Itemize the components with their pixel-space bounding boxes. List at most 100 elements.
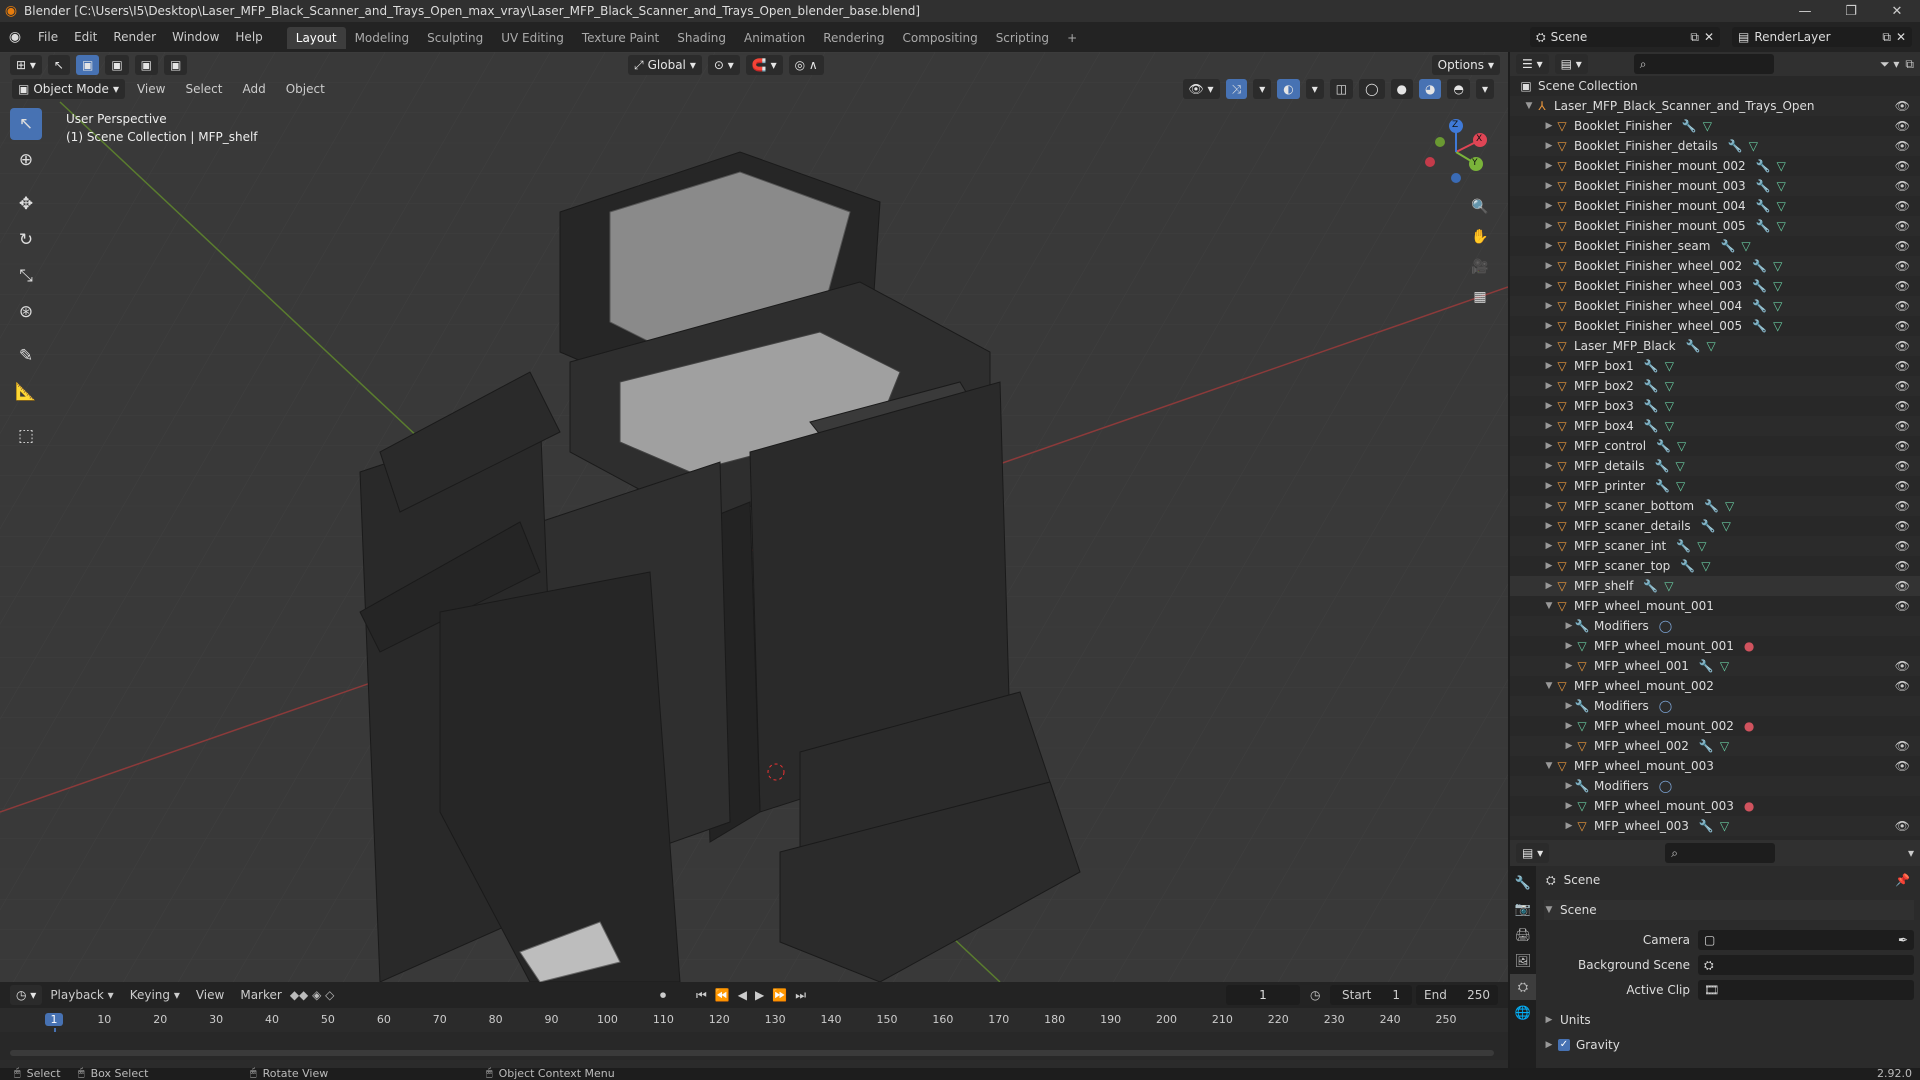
timeline-ruler[interactable]: 1 10 20 30 40 50 60 70 80 90 100 110 120 130 140 150 160… [0,1008,1508,1060]
properties-editor-type-icon[interactable]: ▤ ▾ [1516,843,1550,863]
display-mode-icon[interactable]: ▤ ▾ [1554,54,1588,74]
visibility-icon[interactable]: 👁 [1895,359,1910,373]
options-dropdown[interactable]: Options ▾ [1431,55,1500,75]
scene-panel-header[interactable]: ▼ Scene [1544,900,1914,920]
mode-dropdown[interactable]: ▣ Object Mode ▾ [12,79,125,99]
maximize-button[interactable]: ❐ [1828,4,1874,19]
outliner-search-input[interactable]: ⌕ [1633,54,1774,74]
expand-arrow-icon[interactable]: ▶ [1544,581,1554,591]
expand-arrow-icon[interactable]: ▶ [1544,541,1554,551]
expand-arrow-icon[interactable]: ▶ [1544,361,1554,371]
expand-arrow-icon[interactable]: ▶ [1544,441,1554,451]
add-cube-icon[interactable]: ⬚ [10,420,42,452]
viewport-menu-object[interactable]: Object [278,74,333,104]
outliner-item[interactable]: ▶ ▽ MFP_wheel_mount_002 ● [1510,716,1920,736]
outliner-item[interactable]: ▶ ▽ MFP_wheel_mount_003 ● [1510,796,1920,816]
timeline-menu-playback[interactable]: Playback ▾ [42,980,121,1010]
outliner-item[interactable]: ▶ ▽ MFP_box1 🔧 ▽ 👁 [1510,356,1920,376]
play-icon[interactable]: ▶ [755,988,764,1002]
overlay-dropdown-icon[interactable]: ▾ [1305,79,1324,99]
outliner-item[interactable]: ▶ ▽ MFP_control 🔧 ▽ 👁 [1510,436,1920,456]
expand-arrow-icon[interactable]: ▶ [1564,741,1574,751]
expand-arrow-icon[interactable]: ▶ [1544,401,1554,411]
expand-arrow-icon[interactable]: ▶ [1544,421,1554,431]
outliner-item[interactable]: ▶ ▽ MFP_wheel_003 🔧 ▽ 👁 [1510,816,1920,836]
expand-arrow-icon[interactable]: ▶ [1544,321,1554,331]
visibility-icon[interactable]: 👁 [1895,379,1910,393]
visibility-icon[interactable]: 👁 [1895,739,1910,753]
visibility-icon[interactable]: 👁 [1895,659,1910,673]
filter-icon[interactable]: ⏷ ▾ [1880,57,1899,72]
output-tab-icon[interactable]: 🖨 [1510,922,1536,948]
expand-arrow-icon[interactable]: ▼ [1544,761,1554,771]
visibility-icon[interactable]: 👁 [1895,319,1910,333]
3d-viewport[interactable] [0,52,1508,982]
rotate-icon[interactable]: ↻ [10,224,42,256]
world-tab-icon[interactable]: 🌐 [1510,1000,1536,1026]
shading-rendered-icon[interactable]: ◓ [1447,79,1470,99]
prev-keyframe-icon[interactable]: ⏪ [715,988,730,1002]
select-box-icon[interactable]: ↖ [10,108,42,140]
add-workspace-icon[interactable]: + [1058,27,1086,49]
delete-layer-icon[interactable]: ✕ [1896,27,1906,47]
outliner-item[interactable]: ▶ ▽ MFP_scaner_int 🔧 ▽ 👁 [1510,536,1920,556]
viewport-menu-view[interactable]: View [129,74,173,104]
visibility-icon[interactable]: 👁 [1895,219,1910,233]
tab-uv-editing[interactable]: UV Editing [492,27,573,49]
select-mode-extend-icon[interactable]: ▣ [105,55,129,75]
scene-tab-icon[interactable]: ⛭ [1510,974,1536,1000]
menu-file[interactable]: File [30,22,66,52]
units-panel-header[interactable]: ▶ Units [1544,1010,1914,1030]
transform-icon[interactable]: ⊛ [10,296,42,328]
scene-selector[interactable]: ⛭ Scene ⧉ ✕ [1530,27,1720,47]
background-scene-field[interactable]: ⛭ [1698,955,1914,975]
overlay-toggle-icon[interactable]: ◐ [1277,79,1300,99]
expand-arrow-icon[interactable]: ▶ [1544,561,1554,571]
menu-help[interactable]: Help [227,22,270,52]
move-icon[interactable]: ✥ [10,188,42,220]
expand-arrow-icon[interactable]: ▶ [1544,121,1554,131]
proportional-edit-icon[interactable]: ◎ ∧ [788,55,824,75]
outliner-item[interactable]: ▼ ▽ MFP_wheel_mount_002 👁 [1510,676,1920,696]
view-layer-tab-icon[interactable]: 🖼 [1510,948,1536,974]
menu-render[interactable]: Render [105,22,164,52]
select-mode-invert-icon[interactable]: ▣ [164,55,188,75]
close-button[interactable]: ✕ [1874,4,1920,19]
timeline-menu-keying[interactable]: Keying ▾ [122,980,188,1010]
expand-arrow-icon[interactable]: ▶ [1544,341,1554,351]
active-clip-field[interactable]: 🎞 [1698,980,1914,1000]
perspective-grid-icon[interactable]: ▦ [1466,283,1494,311]
new-layer-icon[interactable]: ⧉ [1882,27,1891,47]
expand-arrow-icon[interactable]: ▶ [1564,821,1574,831]
expand-arrow-icon[interactable]: ▶ [1564,801,1574,811]
outliner-item[interactable]: ▶ ▽ MFP_scaner_top 🔧 ▽ 👁 [1510,556,1920,576]
outliner-item[interactable]: ▼ ▽ MFP_wheel_mount_003 👁 [1510,756,1920,776]
outliner-item[interactable]: ▶ ▽ Booklet_Finisher_wheel_004 🔧 ▽ 👁 [1510,296,1920,316]
eyedropper-icon[interactable]: ✒ [1898,933,1908,947]
timeline-menu-marker[interactable]: Marker [232,980,289,1010]
tab-sculpting[interactable]: Sculpting [418,27,492,49]
camera-field[interactable]: ▢ ✒ [1698,930,1914,950]
gravity-checkbox[interactable]: ✓ [1558,1039,1570,1051]
tool-tab-icon[interactable]: 🔧 [1510,870,1536,896]
viewport-menu-add[interactable]: Add [234,74,273,104]
outliner-item[interactable]: ▶ ▽ MFP_shelf 🔧 ▽ 👁 [1510,576,1920,596]
outliner-item[interactable]: ▶ ▽ Laser_MFP_Black 🔧 ▽ 👁 [1510,336,1920,356]
expand-arrow-icon[interactable]: ▶ [1564,781,1574,791]
outliner-item[interactable]: ▶ ▽ Booklet_Finisher_wheel_002 🔧 ▽ 👁 [1510,256,1920,276]
tab-layout[interactable]: Layout [286,27,346,49]
expand-arrow-icon[interactable]: ▼ [1544,681,1554,691]
timeline-scrollbar[interactable] [10,1050,1494,1056]
annotate-icon[interactable]: ✎ [10,340,42,372]
renderlayer-selector[interactable]: ▤ RenderLayer ⧉ ✕ [1732,27,1912,47]
shading-solid-icon[interactable]: ● [1390,79,1413,99]
measure-icon[interactable]: 📐 [10,376,42,408]
next-keyframe-icon[interactable]: ⏩ [772,988,787,1002]
expand-arrow-icon[interactable]: ▶ [1544,501,1554,511]
shading-wireframe-icon[interactable]: ◯ [1359,79,1385,99]
gravity-panel-header[interactable]: ▶ ✓ Gravity [1544,1035,1914,1055]
preview-range-icon[interactable]: ◷ [1310,988,1320,1002]
outliner-item[interactable]: ▶ ▽ MFP_box3 🔧 ▽ 👁 [1510,396,1920,416]
pivot-point-icon[interactable]: ⊙ ▾ [707,55,740,75]
expand-arrow-icon[interactable]: ▶ [1544,161,1554,171]
